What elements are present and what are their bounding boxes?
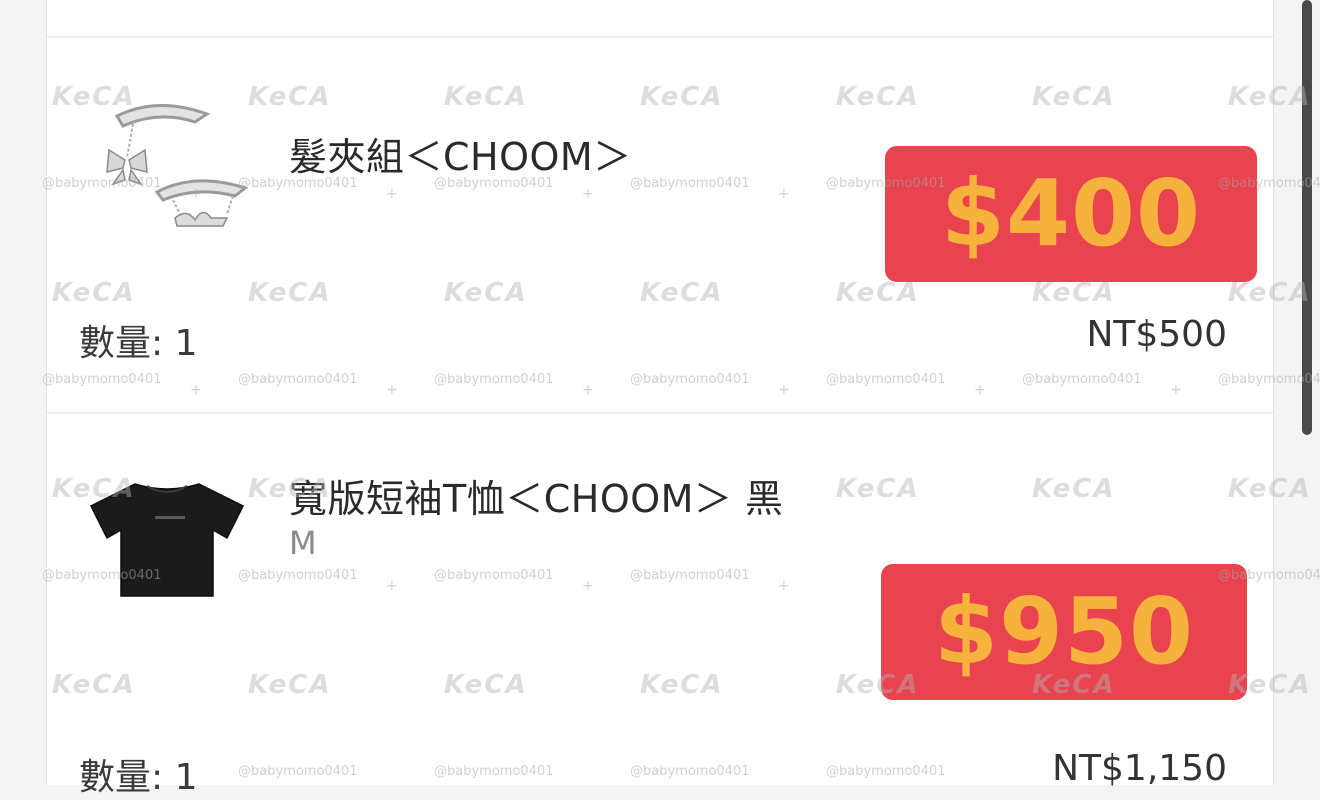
vertical-scrollbar[interactable]: [1302, 0, 1312, 435]
item-title[interactable]: 寬版短袖T恤＜CHOOM＞ 黑: [289, 468, 784, 523]
sale-price-badge: $400: [885, 146, 1257, 282]
cart-item[interactable]: 寬版短袖T恤＜CHOOM＞ 黑 M $950 數量: 1 NT$1,150: [47, 414, 1273, 798]
cart-panel: 髮夾組＜CHOOM＞ $400 數量: 1 NT$500 寬版短袖T恤＜CHOO…: [46, 0, 1274, 798]
original-price: NT$1,150: [1052, 748, 1227, 789]
item-title[interactable]: 髮夾組＜CHOOM＞: [289, 126, 632, 181]
sale-price-badge: $950: [881, 564, 1247, 700]
quantity-label: 數量: 1: [79, 323, 198, 364]
item-variant: M: [289, 524, 317, 562]
hairpin-set-thumbnail[interactable]: [77, 88, 257, 228]
black-tshirt-thumbnail[interactable]: [77, 472, 257, 612]
quantity-label: 數量: 1: [79, 757, 198, 798]
cart-item[interactable]: 髮夾組＜CHOOM＞ $400 數量: 1 NT$500: [47, 38, 1273, 412]
original-price: NT$500: [1086, 314, 1227, 355]
